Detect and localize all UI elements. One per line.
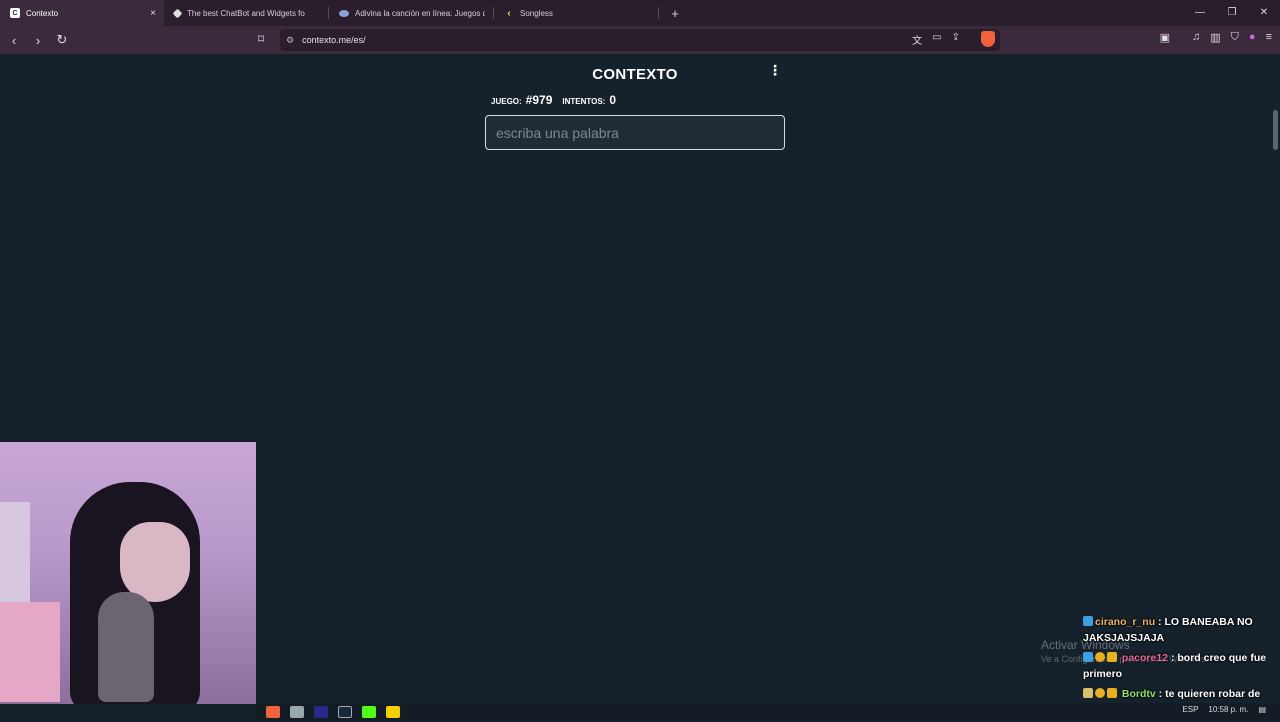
restore-icon[interactable]: ❐ <box>1216 0 1248 26</box>
chat-username: Bordtv <box>1121 688 1156 700</box>
minimize-icon[interactable]: — <box>1184 0 1216 26</box>
chat-badge-icon <box>1095 688 1105 698</box>
share-icon[interactable]: ⇪ <box>952 32 960 47</box>
microphone <box>98 592 154 702</box>
webcam-face <box>120 522 190 602</box>
translate-icon[interactable]: 文 <box>912 32 922 47</box>
windows-taskbar: ESP 10:58 p. m. ▤ <box>256 703 1280 720</box>
address-bar[interactable]: ⚙ contexto.me/es/ 文 ▭ ⇪ <box>280 29 1000 51</box>
clock[interactable]: 10:58 p. m. <box>1208 705 1248 714</box>
notifications-icon[interactable]: ▤ <box>1258 705 1266 714</box>
streamelements-icon <box>172 8 183 18</box>
game-number: #979 <box>525 93 553 107</box>
game-stats: JUEGO: #979 INTENTOS: 0 <box>491 93 616 107</box>
new-tab-button[interactable]: + <box>665 6 685 21</box>
game-icon <box>339 9 349 17</box>
word-input[interactable] <box>485 115 785 150</box>
tab-title: The best ChatBot and Widgets fo <box>187 8 305 18</box>
tab-divider <box>658 7 659 19</box>
kick-taskbar-icon[interactable] <box>362 705 376 718</box>
page-scrollbar[interactable] <box>1273 110 1278 150</box>
app-taskbar-icon[interactable] <box>290 705 304 718</box>
back-icon[interactable]: ‹ <box>4 33 24 48</box>
brave-shields-icon[interactable] <box>981 31 995 47</box>
vpn-shield-icon[interactable]: ⛉ <box>1231 31 1239 44</box>
chat-message: pacore12 : bord creo que fue primero <box>1083 652 1267 680</box>
more-menu-icon[interactable]: ⋮ <box>768 63 782 77</box>
tab-songless[interactable]: ‹ Songless <box>494 0 658 26</box>
contexto-favicon-icon: C <box>10 8 20 18</box>
extension-icon[interactable]: ● <box>1249 31 1256 44</box>
url-text: contexto.me/es/ <box>302 35 366 45</box>
songless-icon: ‹ <box>507 7 511 19</box>
tab-title: Songless <box>520 8 553 18</box>
tab-adivina[interactable]: Adivina la canción en línea: Juegos d <box>329 0 493 26</box>
tab-title: Adivina la canción en línea: Juegos d <box>355 8 485 18</box>
chat-username: pacore12 <box>1121 652 1169 664</box>
webcam-chair <box>0 602 60 702</box>
chat-badge-icon <box>1107 652 1117 662</box>
url-actions: 文 ▭ ⇪ <box>912 32 960 47</box>
sidebar-icon[interactable]: ▥ <box>1210 31 1220 44</box>
tab-strip: C Contexto × The best ChatBot and Widget… <box>0 0 1280 26</box>
tab-title: Contexto <box>26 8 59 18</box>
chat-badge-icon <box>1083 688 1093 698</box>
language-indicator[interactable]: ESP <box>1182 705 1198 714</box>
window-controls: — ❐ ✕ <box>1184 0 1280 26</box>
chat-badge-icon <box>1083 652 1093 662</box>
close-window-icon[interactable]: ✕ <box>1248 0 1280 26</box>
sticky-notes-taskbar-icon[interactable] <box>386 705 400 718</box>
tab-streamelements[interactable]: The best ChatBot and Widgets fo <box>164 0 328 26</box>
brave-taskbar-icon[interactable] <box>266 705 280 718</box>
attempts-label: INTENTOS: <box>562 97 606 106</box>
steam-taskbar-icon[interactable] <box>338 705 352 718</box>
page-title: CONTEXTO <box>592 66 678 83</box>
wallet-icon[interactable]: ▣ <box>1160 31 1170 44</box>
reload-icon[interactable]: ↻ <box>52 32 72 48</box>
chat-badge-icon <box>1107 688 1117 698</box>
chat-username: cirano_r_nu <box>1095 616 1156 628</box>
tab-contexto[interactable]: C Contexto × <box>0 0 164 26</box>
browser-toolbar: ‹ › ↻ ⌑ ⚙ contexto.me/es/ 文 ▭ ⇪ ▣ ♫ ▥ ⛉ … <box>0 26 1280 54</box>
bookmark-icon[interactable]: ⌑ <box>258 32 264 46</box>
toolbar-extensions: ▣ ♫ ▥ ⛉ ● ≡ <box>1160 31 1272 44</box>
premiere-taskbar-icon[interactable] <box>314 705 328 718</box>
webcam-overlay <box>0 442 256 704</box>
site-info-icon[interactable]: ⚙ <box>286 35 294 46</box>
main-menu-icon[interactable]: ≡ <box>1266 31 1272 44</box>
chat-badge-icon <box>1083 616 1093 626</box>
system-tray: ESP 10:58 p. m. ▤ <box>1182 705 1266 714</box>
chat-badge-icon <box>1095 652 1105 662</box>
forward-icon[interactable]: › <box>28 33 48 48</box>
game-label: JUEGO: <box>491 97 522 106</box>
chat-message: cirano_r_nu : LO BANEABA NO JAKSJAJSJAJA <box>1083 616 1253 644</box>
attempts-count: 0 <box>609 93 617 107</box>
close-tab-icon[interactable]: × <box>150 8 156 19</box>
media-icon[interactable]: ♫ <box>1192 31 1200 44</box>
reader-mode-icon[interactable]: ▭ <box>932 32 941 47</box>
